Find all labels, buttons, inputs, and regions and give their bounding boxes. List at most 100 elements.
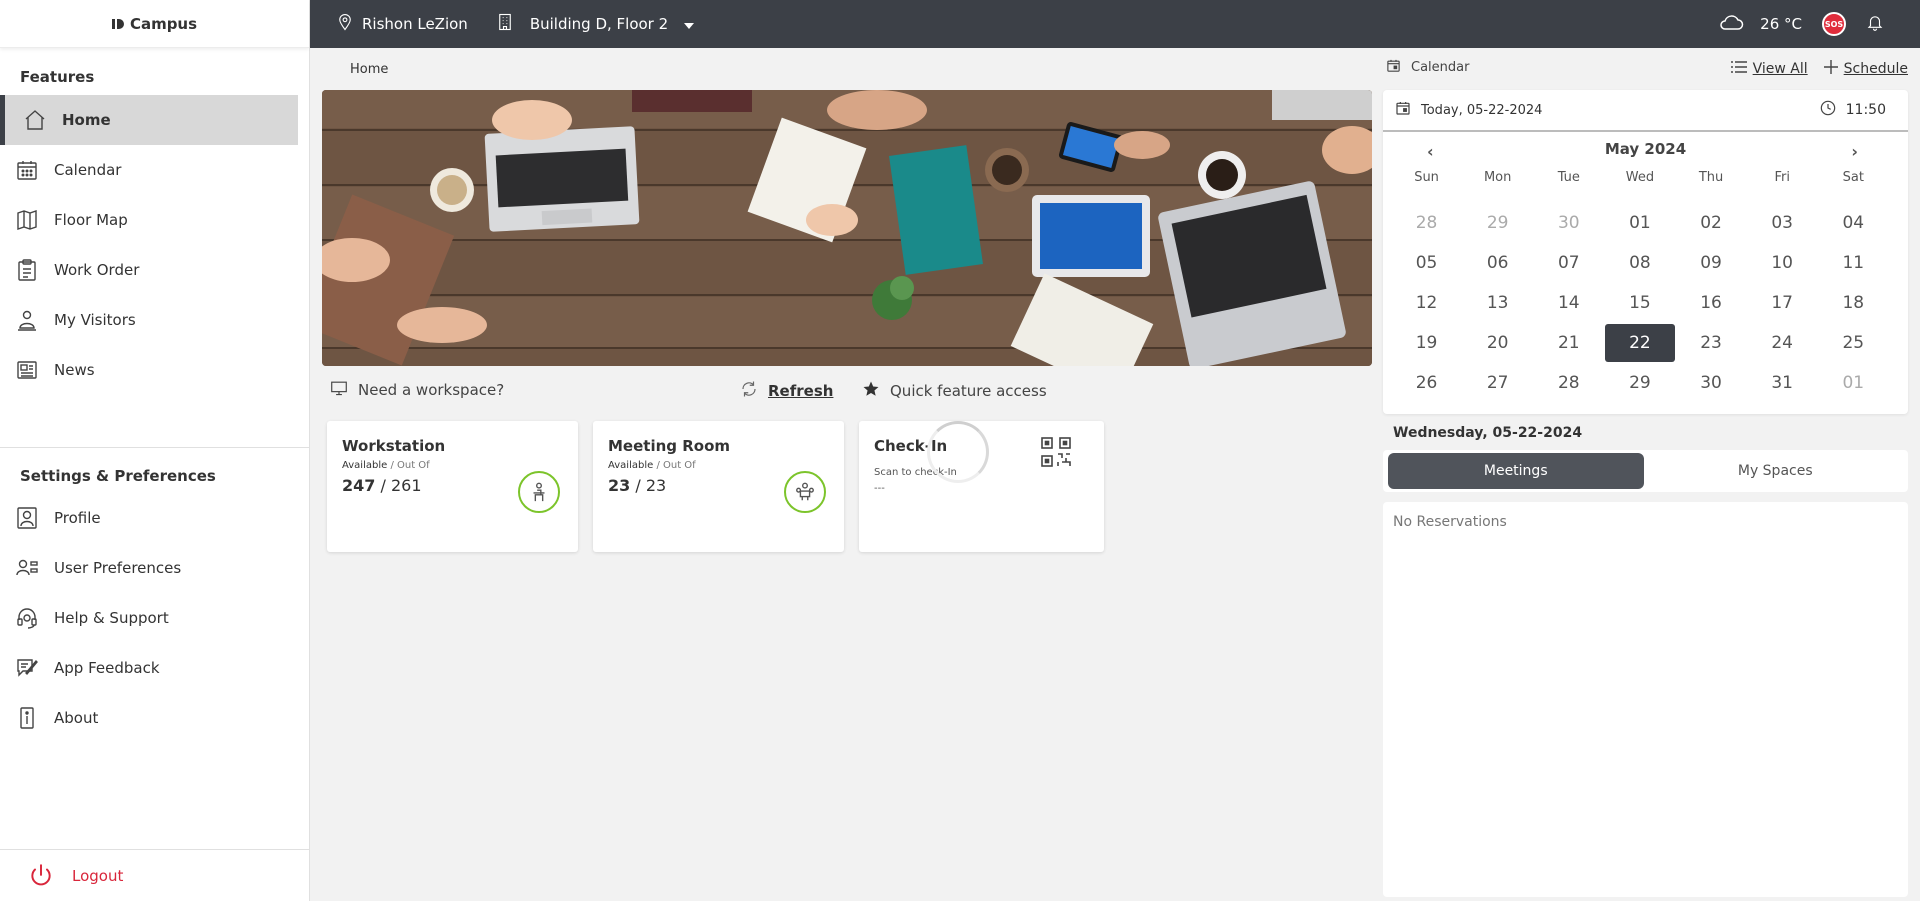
need-workspace-link[interactable]: Need a workspace? <box>330 380 504 400</box>
calendar-title-label: Calendar <box>1411 60 1470 75</box>
location-pin-icon <box>336 12 354 36</box>
time-label: 11:50 <box>1845 102 1886 118</box>
logout-button[interactable]: Logout <box>0 849 310 901</box>
sidebar-item-calendar[interactable]: Calendar <box>0 145 298 195</box>
calendar-day[interactable]: 15 <box>1604 283 1675 323</box>
sidebar-item-about[interactable]: About <box>0 693 298 743</box>
sidebar-item-profile[interactable]: Profile <box>0 493 298 543</box>
sidebar-item-help-support[interactable]: Help & Support <box>0 593 298 643</box>
sidebar-item-label: App Feedback <box>54 659 160 677</box>
calendar-day[interactable]: 05 <box>1391 243 1462 283</box>
building-floor-dropdown[interactable]: Building D, Floor 2 <box>496 12 695 36</box>
calendar-day[interactable]: 18 <box>1818 283 1889 323</box>
calendar-week: 19 20 21 22 23 24 25 <box>1391 323 1889 363</box>
check-in-card[interactable]: Check-In Scan to check-In --- <box>859 421 1104 552</box>
calendar-day[interactable]: 19 <box>1391 323 1462 363</box>
calendar-day[interactable]: 12 <box>1391 283 1462 323</box>
calendar-day[interactable]: 24 <box>1747 323 1818 363</box>
sos-button[interactable]: SOS <box>1822 12 1846 36</box>
calendar-header: Calendar View All Schedule <box>1386 58 1908 82</box>
calendar-day[interactable]: 25 <box>1818 323 1889 363</box>
empty-reservations-text: No Reservations <box>1393 514 1507 530</box>
tab-meetings[interactable]: Meetings <box>1388 453 1644 489</box>
calendar-day[interactable]: 16 <box>1676 283 1747 323</box>
calendar-day[interactable]: 30 <box>1676 363 1747 403</box>
sidebar-item-user-preferences[interactable]: User Preferences <box>0 543 298 593</box>
reservation-tabs: Meetings My Spaces <box>1383 450 1908 492</box>
calendar-day[interactable]: 11 <box>1818 243 1889 283</box>
sidebar-item-label: Work Order <box>54 261 140 279</box>
calendar-day-selected[interactable]: 22 <box>1604 323 1675 363</box>
chevron-right-icon[interactable]: › <box>1851 142 1858 161</box>
calendar-day[interactable]: 02 <box>1676 203 1747 243</box>
calendar-day[interactable]: 29 <box>1604 363 1675 403</box>
sidebar-item-label: News <box>54 361 95 379</box>
sidebar-divider <box>0 447 310 448</box>
location-selector[interactable]: Rishon LeZion <box>336 12 468 36</box>
tab-my-spaces[interactable]: My Spaces <box>1648 453 1904 489</box>
calendar-day[interactable]: 23 <box>1676 323 1747 363</box>
calendar-day[interactable]: 20 <box>1462 323 1533 363</box>
calendar-day[interactable]: 10 <box>1747 243 1818 283</box>
calendar-day[interactable]: 01 <box>1818 363 1889 403</box>
refresh-button[interactable]: Refresh <box>740 380 833 402</box>
map-icon <box>14 207 40 233</box>
calendar-week: 12 13 14 15 16 17 18 <box>1391 283 1889 323</box>
sidebar-item-work-order[interactable]: Work Order <box>0 245 298 295</box>
calendar-day[interactable]: 17 <box>1747 283 1818 323</box>
calendar-day[interactable]: 13 <box>1462 283 1533 323</box>
sidebar-item-label: Calendar <box>54 161 122 179</box>
calendar-day[interactable]: 09 <box>1676 243 1747 283</box>
calendar-week: 28 29 30 01 02 03 04 <box>1391 203 1889 243</box>
today-date[interactable]: Today, 05-22-2024 <box>1395 100 1542 120</box>
available-label: Available <box>608 460 654 471</box>
monitor-icon <box>330 380 348 400</box>
building-icon <box>496 12 514 36</box>
calendar-day[interactable]: 31 <box>1747 363 1818 403</box>
available-count: 23 <box>608 476 631 495</box>
sidebar-item-floor-map[interactable]: Floor Map <box>0 195 298 245</box>
calendar-day[interactable]: 07 <box>1533 243 1604 283</box>
calendar-today-icon <box>1395 100 1411 120</box>
bell-icon[interactable] <box>1866 12 1884 36</box>
calendar-day[interactable]: 30 <box>1533 203 1604 243</box>
calendar-day[interactable]: 03 <box>1747 203 1818 243</box>
view-all-label: View All <box>1752 61 1808 77</box>
settings-section-title: Settings & Preferences <box>20 467 216 485</box>
view-all-link[interactable]: View All <box>1730 61 1808 77</box>
clipboard-icon <box>14 257 40 283</box>
top-bar: Rishon LeZion Building D, Floor 2 26 °C … <box>310 0 1920 48</box>
calendar-day[interactable]: 28 <box>1533 363 1604 403</box>
meeting-room-card[interactable]: Meeting Room Available / Out Of 23 / 23 <box>593 421 844 552</box>
calendar-day[interactable]: 04 <box>1818 203 1889 243</box>
calendar-day[interactable]: 28 <box>1391 203 1462 243</box>
qr-code-icon <box>1040 436 1072 472</box>
breadcrumb: Home <box>350 62 389 77</box>
chevron-left-icon[interactable]: ‹ <box>1427 142 1434 161</box>
quick-feature-access: Quick feature access <box>862 380 1047 402</box>
calendar-week: 05 06 07 08 09 10 11 <box>1391 243 1889 283</box>
calendar-day[interactable]: 14 <box>1533 283 1604 323</box>
schedule-label: Schedule <box>1843 61 1908 77</box>
weather-widget: 26 °C <box>1718 13 1802 35</box>
sidebar-item-my-visitors[interactable]: My Visitors <box>0 295 298 345</box>
calendar-day[interactable]: 08 <box>1604 243 1675 283</box>
total-count: / 261 <box>380 476 422 495</box>
calendar-day[interactable]: 29 <box>1462 203 1533 243</box>
schedule-link[interactable]: Schedule <box>1823 60 1908 78</box>
app-logo[interactable]: Campus <box>0 0 309 48</box>
calendar-day[interactable]: 21 <box>1533 323 1604 363</box>
calendar-title: Calendar <box>1386 58 1469 77</box>
weekday-label: Sat <box>1842 170 1864 185</box>
location-label: Rishon LeZion <box>362 15 468 33</box>
quick-action-row: Need a workspace? Refresh Quick feature … <box>322 380 1372 404</box>
calendar-day[interactable]: 06 <box>1462 243 1533 283</box>
sidebar-item-app-feedback[interactable]: App Feedback <box>0 643 298 693</box>
calendar-day[interactable]: 01 <box>1604 203 1675 243</box>
sidebar-item-news[interactable]: News <box>0 345 298 395</box>
calendar-day[interactable]: 26 <box>1391 363 1462 403</box>
calendar-day[interactable]: 27 <box>1462 363 1533 403</box>
home-icon <box>22 107 48 133</box>
sidebar-item-home[interactable]: Home <box>0 95 298 145</box>
workstation-card[interactable]: Workstation Available / Out Of 247 / 261 <box>327 421 578 552</box>
